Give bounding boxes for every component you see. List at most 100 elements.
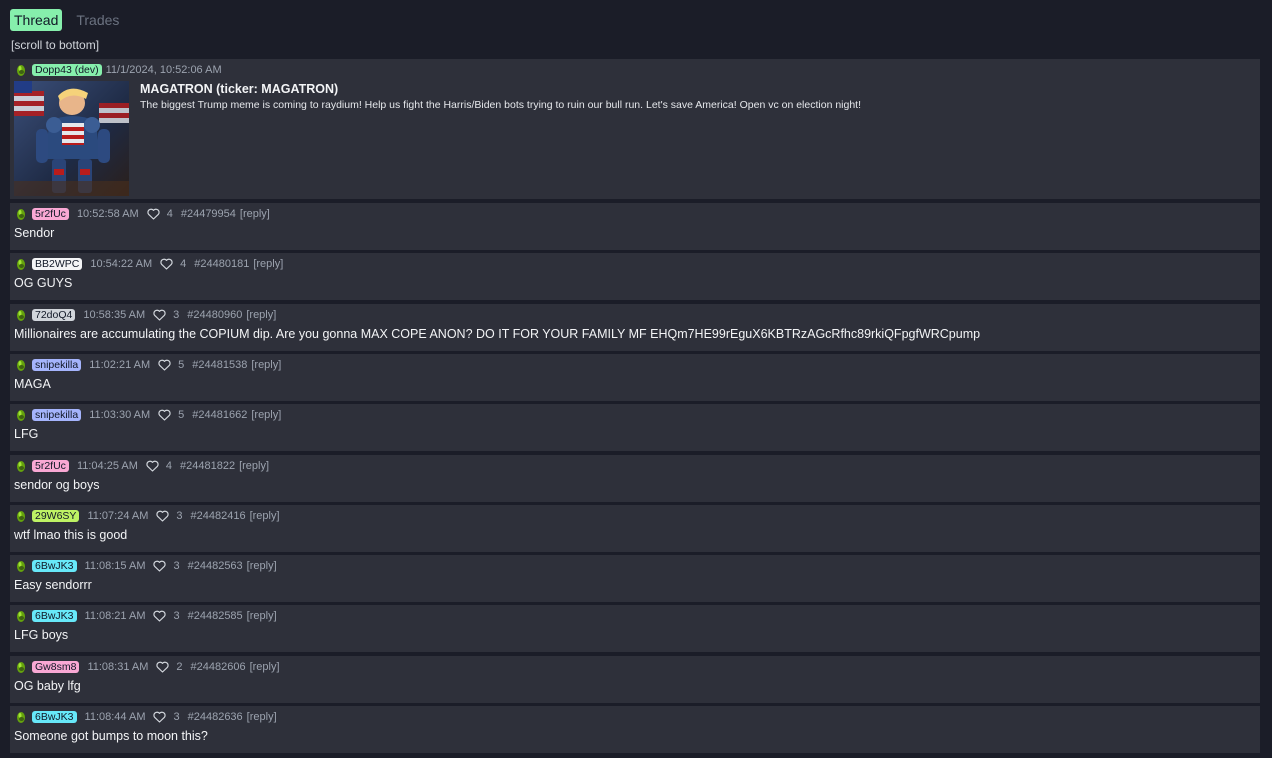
heart-icon[interactable] (153, 610, 167, 622)
reply-text: LFG (14, 427, 39, 441)
reply-text: Sendor (14, 226, 55, 240)
user-avatar-icon (17, 360, 25, 371)
reply-header: 72doQ4 10:58:35 AM 3 #24480960 [reply] (14, 308, 276, 322)
heart-icon[interactable] (153, 560, 167, 572)
reply-text: sendor og boys (14, 478, 100, 492)
reply-user-badge[interactable]: snipekilla (32, 409, 82, 421)
post-id: #24482636 (187, 711, 243, 723)
tab-thread[interactable]: Thread (10, 9, 63, 31)
user-avatar-icon (17, 561, 25, 572)
original-post: Dopp43 (dev) 11/1/2024, 10:52:06 AM MAGA… (10, 59, 1260, 199)
op-timestamp: 11/1/2024, 10:52:06 AM (105, 64, 222, 76)
reply-header: Gw8sm8 11:08:31 AM 2 #24482606 [reply] (14, 660, 280, 674)
like-count: 3 (173, 309, 180, 321)
reply-user-badge[interactable]: snipekilla (32, 359, 82, 371)
reply-user-badge[interactable]: 5r2fUc (32, 208, 69, 220)
post-id: #24482606 (190, 661, 246, 673)
tab-trades[interactable]: Trades (72, 9, 123, 31)
tab-bar: Thread Trades (10, 9, 123, 31)
reply-link[interactable]: [reply] (240, 208, 270, 220)
like-count: 3 (173, 560, 180, 572)
user-avatar-icon (17, 611, 25, 622)
heart-icon[interactable] (158, 409, 171, 421)
reply-text: LFG boys (14, 628, 69, 642)
reply-header: snipekilla 11:03:30 AM 5 #24481662 [reply] (14, 408, 281, 422)
user-avatar-icon (17, 65, 25, 76)
like-count: 3 (173, 610, 180, 622)
heart-icon[interactable] (153, 711, 167, 723)
reply-timestamp: 10:54:22 AM (90, 258, 153, 270)
like-count: 4 (166, 208, 173, 220)
like-count: 4 (180, 258, 187, 270)
reply-link[interactable]: [reply] (247, 711, 277, 723)
user-avatar-icon (17, 310, 25, 321)
reply-header: 6BwJK3 11:08:21 AM 3 #24482585 [reply] (14, 609, 277, 623)
reply-item: 6BwJK3 11:08:21 AM 3 #24482585 [reply] LFG bo… (10, 605, 1260, 652)
like-count: 5 (178, 359, 185, 371)
reply-user-badge[interactable]: 72doQ4 (32, 309, 76, 321)
heart-icon[interactable] (158, 359, 171, 371)
reply-link[interactable]: [reply] (246, 309, 276, 321)
reply-user-badge[interactable]: 6BwJK3 (32, 610, 77, 622)
heart-icon[interactable] (156, 510, 169, 522)
token-image (14, 81, 129, 196)
heart-icon[interactable] (156, 661, 169, 673)
post-id: #24480960 (187, 309, 243, 321)
heart-icon[interactable] (146, 460, 159, 472)
post-id: #24480181 (194, 258, 250, 270)
reply-header: 5r2fUc 11:04:25 AM 4 #24481822 [reply] (14, 459, 269, 473)
reply-item: 6BwJK3 11:08:15 AM 3 #24482563 [reply] Easy s… (10, 555, 1260, 602)
op-user-badge[interactable]: Dopp43 (dev) (32, 64, 102, 76)
reply-item: Gw8sm8 11:08:31 AM 2 #24482606 [reply] OG bab… (10, 656, 1260, 703)
reply-user-badge[interactable]: 6BwJK3 (32, 560, 77, 572)
like-count: 2 (176, 661, 183, 673)
reply-text: wtf lmao this is good (14, 528, 128, 542)
like-count: 3 (173, 711, 180, 723)
reply-item: 5r2fUc 10:52:58 AM 4 #24479954 [reply] Sendor (10, 203, 1260, 250)
heart-icon[interactable] (147, 208, 160, 220)
reply-link[interactable]: [reply] (251, 359, 281, 371)
reply-item: 29W6SY 11:07:24 AM 3 #24482416 [reply] wtf lm… (10, 505, 1260, 552)
scroll-to-bottom-link[interactable]: [scroll to bottom] (11, 38, 99, 52)
reply-link[interactable]: [reply] (250, 510, 280, 522)
reply-user-badge[interactable]: BB2WPC (32, 258, 83, 270)
reply-item: 5r2fUc 11:04:25 AM 4 #24481822 [reply] sendor… (10, 455, 1260, 502)
reply-user-badge[interactable]: 5r2fUc (32, 460, 69, 472)
heart-icon[interactable] (160, 258, 173, 270)
reply-link[interactable]: [reply] (250, 661, 280, 673)
reply-link[interactable]: [reply] (247, 610, 277, 622)
reply-item: 72doQ4 10:58:35 AM 3 #24480960 [reply] Millio… (10, 304, 1260, 351)
reply-link[interactable]: [reply] (251, 409, 281, 421)
reply-text: OG baby lfg (14, 679, 81, 693)
like-count: 3 (176, 510, 183, 522)
user-avatar-icon (17, 461, 25, 472)
reply-timestamp: 11:08:31 AM (87, 661, 149, 673)
reply-timestamp: 11:04:25 AM (76, 460, 138, 472)
like-count: 5 (178, 409, 185, 421)
reply-item: BB2WPC 10:54:22 AM 4 #24480181 [reply] OG GUY… (10, 253, 1260, 300)
reply-user-badge[interactable]: 6BwJK3 (32, 711, 77, 723)
reply-item: snipekilla 11:02:21 AM 5 #24481538 [reply] MA… (10, 354, 1260, 401)
op-title: MAGATRON (ticker: MAGATRON) (140, 82, 339, 96)
reply-timestamp: 11:03:30 AM (89, 409, 151, 421)
reply-timestamp: 11:08:15 AM (84, 560, 146, 572)
reply-text: Millionaires are accumulating the COPIUM… (14, 327, 981, 341)
reply-header: BB2WPC 10:54:22 AM 4 #24480181 [reply] (14, 257, 283, 271)
reply-header: 29W6SY 11:07:24 AM 3 #24482416 [reply] (14, 509, 280, 523)
reply-header: 6BwJK3 11:08:15 AM 3 #24482563 [reply] (14, 559, 277, 573)
reply-link[interactable]: [reply] (239, 460, 269, 472)
heart-icon[interactable] (153, 309, 166, 321)
reply-text: Someone got bumps to moon this? (14, 729, 208, 743)
reply-user-badge[interactable]: Gw8sm8 (32, 661, 80, 673)
op-description: The biggest Trump meme is coming to rayd… (140, 99, 862, 111)
reply-timestamp: 10:52:58 AM (76, 208, 139, 220)
op-header: Dopp43 (dev) 11/1/2024, 10:52:06 AM (14, 63, 222, 77)
reply-text: Easy sendorrr (14, 578, 92, 592)
reply-timestamp: 10:58:35 AM (83, 309, 146, 321)
post-id: #24479954 (180, 208, 236, 220)
reply-link[interactable]: [reply] (253, 258, 283, 270)
reply-link[interactable]: [reply] (247, 560, 277, 572)
reply-header: 5r2fUc 10:52:58 AM 4 #24479954 [reply] (14, 207, 270, 221)
reply-user-badge[interactable]: 29W6SY (32, 510, 80, 522)
post-id: #24482416 (190, 510, 246, 522)
